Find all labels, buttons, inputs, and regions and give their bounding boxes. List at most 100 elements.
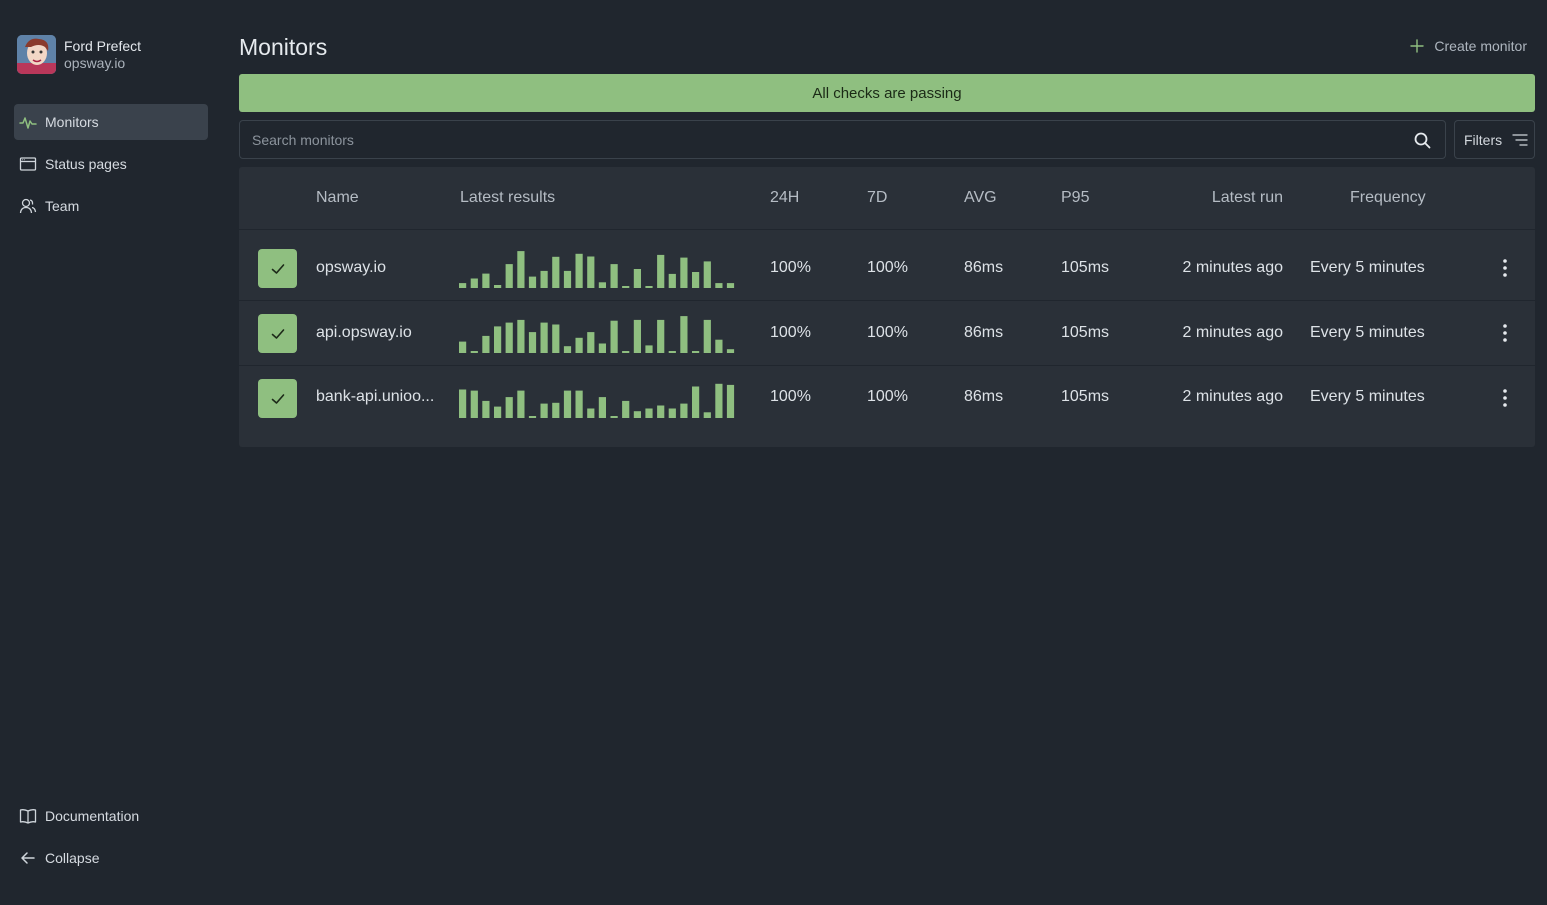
result-bar[interactable] — [482, 400, 490, 418]
result-bar[interactable] — [657, 405, 665, 419]
result-bar[interactable] — [552, 256, 560, 288]
result-bar[interactable] — [563, 346, 572, 353]
result-bar[interactable] — [563, 390, 572, 418]
result-bar[interactable] — [505, 264, 513, 288]
column-header-name[interactable]: Name — [316, 189, 359, 207]
result-bar[interactable] — [692, 386, 700, 419]
result-bar[interactable] — [552, 324, 560, 354]
result-bar[interactable] — [528, 416, 537, 418]
result-bar[interactable] — [726, 384, 735, 418]
result-bar[interactable] — [459, 341, 467, 353]
table-row[interactable]: bank-api.unioo... 100% 100% 86ms 105ms 2… — [239, 366, 1535, 431]
more-options-icon[interactable] — [1495, 321, 1515, 345]
result-bar[interactable] — [610, 416, 618, 418]
profile[interactable]: Ford Prefect opsway.io — [17, 35, 141, 74]
sidebar-item-team[interactable]: Team — [14, 188, 208, 224]
result-bar[interactable] — [680, 316, 688, 353]
monitor-name[interactable]: api.opsway.io — [316, 324, 441, 342]
search-input[interactable] — [240, 121, 1445, 158]
monitor-name[interactable]: opsway.io — [316, 259, 441, 277]
result-bar[interactable] — [645, 286, 653, 288]
result-bar[interactable] — [517, 319, 525, 353]
result-bar[interactable] — [668, 351, 676, 353]
table-row[interactable]: opsway.io 100% 100% 86ms 105ms 2 minutes… — [239, 236, 1535, 301]
column-header-latest-results: Latest results — [460, 189, 556, 206]
result-bar[interactable] — [633, 411, 641, 418]
result-bar[interactable] — [645, 345, 653, 353]
result-bar[interactable] — [587, 408, 595, 419]
result-bar[interactable] — [622, 351, 630, 353]
result-bar[interactable] — [505, 322, 513, 353]
result-bar[interactable] — [622, 286, 630, 288]
result-bar[interactable] — [715, 283, 723, 288]
result-bar[interactable] — [598, 343, 606, 354]
result-bar[interactable] — [610, 320, 618, 353]
create-monitor-button[interactable]: Create monitor — [1410, 38, 1527, 54]
result-bar[interactable] — [528, 332, 537, 353]
result-bar[interactable] — [715, 383, 723, 418]
monitor-name[interactable]: bank-api.unioo... — [316, 388, 441, 406]
result-bar[interactable] — [692, 351, 700, 353]
result-bar[interactable] — [575, 390, 583, 418]
result-bar[interactable] — [633, 269, 641, 288]
result-bar[interactable] — [517, 251, 525, 288]
result-bar[interactable] — [680, 403, 688, 418]
sidebar-item-monitors[interactable]: Monitors — [14, 104, 208, 140]
result-bar[interactable] — [668, 273, 676, 288]
result-bar[interactable] — [598, 397, 606, 418]
column-header-frequency[interactable]: Frequency — [1350, 189, 1426, 207]
result-bar[interactable] — [482, 335, 490, 353]
result-bar[interactable] — [726, 283, 735, 288]
result-bar[interactable] — [540, 270, 548, 288]
result-bar[interactable] — [645, 408, 653, 419]
column-header-24h[interactable]: 24H — [770, 189, 799, 207]
result-bar[interactable] — [494, 326, 502, 353]
column-header-7d[interactable]: 7D — [867, 189, 887, 207]
result-bar[interactable] — [715, 339, 723, 353]
result-bar[interactable] — [692, 272, 700, 288]
result-bar[interactable] — [470, 278, 478, 289]
result-bar[interactable] — [494, 285, 502, 288]
result-bar[interactable] — [482, 273, 490, 288]
result-bar[interactable] — [459, 389, 467, 419]
result-bar[interactable] — [610, 264, 618, 288]
result-bar[interactable] — [703, 319, 711, 353]
result-bar[interactable] — [563, 270, 572, 288]
result-bar[interactable] — [726, 349, 735, 353]
result-bar[interactable] — [587, 332, 595, 353]
result-bar[interactable] — [459, 283, 467, 288]
result-bar[interactable] — [528, 276, 537, 288]
result-bar[interactable] — [470, 390, 478, 418]
result-bar[interactable] — [575, 337, 583, 353]
result-bar[interactable] — [668, 408, 676, 419]
result-bar[interactable] — [657, 319, 665, 353]
table-row[interactable]: api.opsway.io 100% 100% 86ms 105ms 2 min… — [239, 301, 1535, 366]
result-bar[interactable] — [703, 261, 711, 288]
column-header-p95[interactable]: P95 — [1061, 189, 1089, 207]
result-bar[interactable] — [540, 322, 548, 353]
result-bar[interactable] — [575, 253, 583, 288]
documentation-link[interactable]: Documentation — [14, 798, 208, 834]
result-bar[interactable] — [680, 257, 688, 288]
result-bar[interactable] — [470, 351, 478, 353]
result-bar[interactable] — [633, 319, 641, 353]
column-header-latest-run[interactable]: Latest run — [1212, 189, 1283, 207]
filters-button[interactable]: Filters — [1454, 120, 1535, 159]
result-bar[interactable] — [703, 412, 711, 418]
monitors-table: Name Latest results 24H 7D AVG P95 Lates… — [239, 167, 1535, 447]
collapse-button[interactable]: Collapse — [14, 840, 208, 876]
result-bar[interactable] — [494, 406, 502, 418]
column-header-avg[interactable]: AVG — [964, 189, 997, 207]
result-bar[interactable] — [587, 256, 595, 289]
search-icon[interactable] — [1414, 132, 1431, 149]
result-bar[interactable] — [505, 397, 513, 418]
more-options-icon[interactable] — [1495, 386, 1515, 410]
result-bar[interactable] — [622, 400, 630, 418]
result-bar[interactable] — [552, 402, 560, 418]
result-bar[interactable] — [540, 403, 548, 418]
result-bar[interactable] — [517, 390, 525, 418]
more-options-icon[interactable] — [1495, 256, 1515, 280]
result-bar[interactable] — [657, 254, 665, 288]
result-bar[interactable] — [598, 282, 606, 288]
sidebar-item-status-pages[interactable]: Status pages — [14, 146, 208, 182]
